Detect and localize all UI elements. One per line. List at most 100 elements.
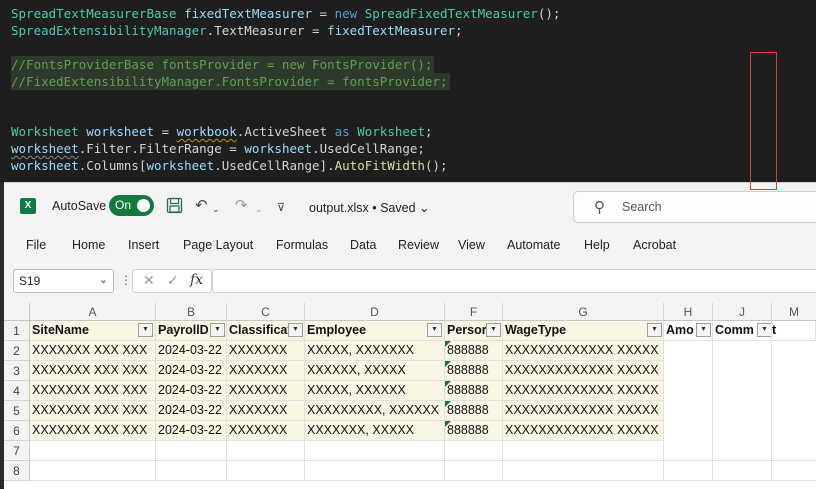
data-cell[interactable]: XXXXX, XXXXXX [305, 381, 445, 401]
data-cell[interactable]: XXXXXXXXX, XXXXXX [305, 401, 445, 421]
chevron-down-icon[interactable]: ⌄ [99, 273, 108, 286]
empty-cell[interactable] [664, 441, 713, 461]
column-header[interactable]: M [772, 303, 816, 321]
column-header[interactable]: B [156, 303, 227, 321]
empty-cell[interactable] [713, 461, 772, 481]
data-cell[interactable]: XXXXXXXXXXXXX XXXXX [503, 401, 664, 421]
tab-formulas[interactable]: Formulas [276, 238, 328, 252]
empty-cell[interactable] [664, 461, 713, 481]
data-cell[interactable]: XXXXXX, XXXXX [305, 361, 445, 381]
filter-dropdown-icon[interactable]: ▼ [138, 323, 153, 337]
row-header[interactable]: 8 [4, 461, 30, 481]
tab-automate[interactable]: Automate [507, 238, 561, 252]
row-header[interactable]: 1 [4, 321, 30, 341]
empty-cell[interactable] [772, 441, 816, 461]
data-cell[interactable]: 2024-03-22 [156, 361, 227, 381]
data-cell[interactable]: XXXXX, XXXXXXX [305, 341, 445, 361]
filter-dropdown-icon[interactable]: ▼ [696, 323, 711, 337]
tab-review[interactable]: Review [398, 238, 439, 252]
data-cell[interactable]: XXXXXXX [227, 341, 305, 361]
data-cell[interactable]: 2024-03-22 [156, 381, 227, 401]
tab-page-layout[interactable]: Page Layout [183, 238, 253, 252]
data-cell[interactable]: 888888 [445, 381, 503, 401]
row-header[interactable]: 6 [4, 421, 30, 441]
empty-cell[interactable] [713, 441, 772, 461]
row-header[interactable]: 7 [4, 441, 30, 461]
column-header[interactable]: H [664, 303, 713, 321]
data-cell[interactable]: XXXXXXX XXX XXX [30, 401, 156, 421]
data-cell[interactable]: XXXXXXX XXX XXX [30, 361, 156, 381]
data-cell[interactable]: XXXXXXX [227, 381, 305, 401]
empty-cell[interactable] [503, 441, 664, 461]
customize-toolbar-icon[interactable]: ⊽ [277, 199, 285, 217]
tab-insert[interactable]: Insert [128, 238, 159, 252]
column-header[interactable]: G [503, 303, 664, 321]
column-header[interactable]: J [713, 303, 772, 321]
data-cell[interactable]: XXXXXXX [227, 421, 305, 441]
file-name[interactable]: output.xlsx • Saved ⌄ [309, 200, 430, 215]
tab-file[interactable]: File [26, 238, 46, 252]
redo-icon[interactable]: ↷ [235, 197, 248, 215]
header-cell-payroll[interactable]: PayrollD ▼ [156, 321, 227, 341]
tab-help[interactable]: Help [584, 238, 610, 252]
filter-dropdown-icon[interactable]: ▼ [210, 323, 225, 337]
empty-cell[interactable] [305, 441, 445, 461]
data-cell[interactable]: XXXXXXXXXXXXX XXXXX [503, 361, 664, 381]
save-icon[interactable] [166, 197, 183, 219]
row-header[interactable]: 2 [4, 341, 30, 361]
redo-dropdown-icon[interactable]: ⌄ [255, 200, 263, 218]
filter-dropdown-icon[interactable]: ▼ [427, 323, 442, 337]
column-header[interactable]: D [305, 303, 445, 321]
undo-dropdown-icon[interactable]: ⌄ [212, 200, 220, 218]
cancel-icon[interactable]: ✕ [143, 272, 155, 289]
header-cell-employee[interactable]: Employee ▼ [305, 321, 445, 341]
data-cell[interactable]: XXXXXXXXXXXXX XXXXX [503, 421, 664, 441]
header-cell-amount[interactable]: Amo ▼ [664, 321, 713, 341]
column-header[interactable]: F [445, 303, 503, 321]
enter-icon[interactable]: ✓ [167, 272, 179, 289]
insert-function-icon[interactable]: fx [190, 272, 203, 288]
select-all-corner[interactable] [4, 303, 30, 321]
header-overflow[interactable]: t [772, 321, 816, 341]
filter-dropdown-icon[interactable]: ▼ [757, 323, 771, 337]
row-header[interactable]: 3 [4, 361, 30, 381]
column-header[interactable]: A [30, 303, 156, 321]
tab-home[interactable]: Home [72, 238, 105, 252]
header-cell-classification[interactable]: Classificat ▼ [227, 321, 305, 341]
data-cell[interactable]: 888888 [445, 341, 503, 361]
data-cell[interactable]: 888888 [445, 361, 503, 381]
empty-cell[interactable] [445, 461, 503, 481]
header-cell-person[interactable]: Persor ▼ [445, 321, 503, 341]
tab-data[interactable]: Data [350, 238, 376, 252]
header-cell-wagetype[interactable]: WageType ▼ [503, 321, 664, 341]
empty-cell[interactable] [227, 461, 305, 481]
data-cell[interactable]: XXXXXXX XXX XXX [30, 341, 156, 361]
data-cell[interactable]: 2024-03-22 [156, 341, 227, 361]
search-box[interactable]: ⚲ Search [573, 191, 816, 223]
tab-view[interactable]: View [458, 238, 485, 252]
data-cell[interactable]: 888888 [445, 421, 503, 441]
data-cell[interactable]: XXXXXXX XXX XXX [30, 421, 156, 441]
tab-acrobat[interactable]: Acrobat [633, 238, 676, 252]
empty-cell[interactable] [305, 461, 445, 481]
data-cell[interactable]: XXXXXXX [227, 401, 305, 421]
data-cell[interactable]: XXXXXXXXXXXXX XXXXX [503, 341, 664, 361]
header-cell-sitename[interactable]: SiteName ▼ [30, 321, 156, 341]
empty-cell[interactable] [503, 461, 664, 481]
data-cell[interactable]: XXXXXXXXXXXXX XXXXX [503, 381, 664, 401]
undo-icon[interactable]: ↶ [195, 197, 208, 215]
empty-cell[interactable] [156, 461, 227, 481]
code-editor[interactable]: SpreadTextMeasurerBase fixedTextMeasurer… [0, 0, 816, 182]
data-cell[interactable]: 2024-03-22 [156, 421, 227, 441]
column-header[interactable]: C [227, 303, 305, 321]
filter-dropdown-icon[interactable]: ▼ [288, 323, 303, 337]
empty-cell[interactable] [445, 441, 503, 461]
header-cell-comment[interactable]: Comm ▼ [713, 321, 772, 341]
empty-cell[interactable] [30, 461, 156, 481]
data-cell[interactable]: 888888 [445, 401, 503, 421]
data-cell[interactable]: XXXXXXX, XXXXX [305, 421, 445, 441]
data-cell[interactable]: XXXXXXX XXX XXX [30, 381, 156, 401]
row-header[interactable]: 4 [4, 381, 30, 401]
empty-cell[interactable] [227, 441, 305, 461]
filter-dropdown-icon[interactable]: ▼ [647, 323, 662, 337]
